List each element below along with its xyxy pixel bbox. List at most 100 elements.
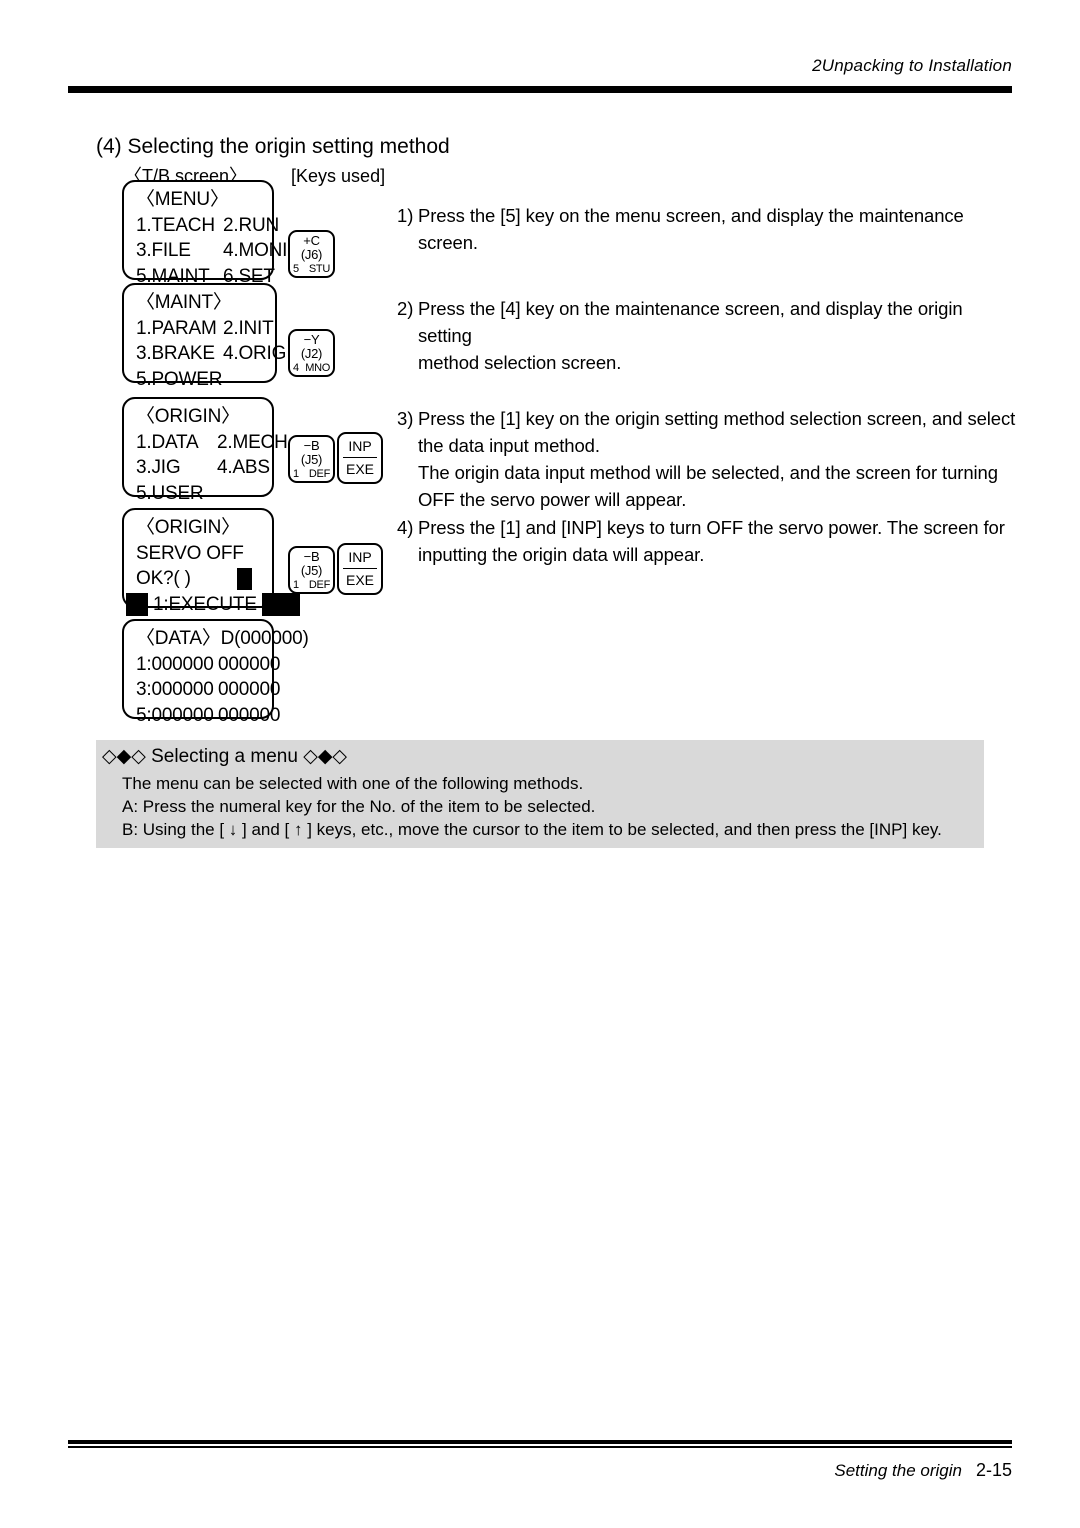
screen-row-left: 5:000000 xyxy=(136,704,214,726)
screen-row: SERVO OFF xyxy=(136,541,272,567)
screen-row-right: 4.MONI xyxy=(223,240,288,261)
screen-row-left: 1.DATA xyxy=(136,431,199,453)
screen-row-left: 1:000000 xyxy=(136,653,214,675)
screen-row: 1.PARAM 2.INIT xyxy=(136,316,275,342)
screen-row-right: 2.INIT xyxy=(223,317,274,339)
step-line: inputting the origin data will appear. xyxy=(418,544,705,565)
step-number: 4) xyxy=(397,517,414,538)
screen-row-left: 5.POWER xyxy=(136,368,223,390)
screen-row-left: 1.TEACH xyxy=(136,214,215,236)
keycap-inp-exe[interactable]: INP EXE xyxy=(337,432,383,484)
keycap-1-def[interactable]: −B (J5) 1 DEF xyxy=(288,435,335,483)
tb-screen-origin-method: 〈ORIGIN〉 1.DATA 2.MECH 3.JIG 4.ABS 5.USE… xyxy=(122,397,288,504)
screen-row: 5:000000 000000 xyxy=(136,703,280,729)
step-number: 2) xyxy=(397,298,414,319)
keycap-1-def[interactable]: −B (J5) 1 DEF xyxy=(288,546,335,594)
running-head: 2Unpacking to Installation xyxy=(812,56,1012,75)
keycap-inp-label: INP xyxy=(343,546,377,569)
keycap-letters: DEF xyxy=(308,468,330,480)
footer-rule-secondary xyxy=(68,1446,1012,1448)
keycap-joint-label: (J5) xyxy=(300,563,323,578)
screen-title: 〈ORIGIN〉 xyxy=(136,406,240,427)
screen-row: 3.FILE 4.MONI xyxy=(136,238,287,264)
step-line: OFF the servo power will appear. xyxy=(418,489,687,510)
step-line: method selection screen. xyxy=(418,352,622,373)
step-line: The origin data input method will be sel… xyxy=(418,462,998,483)
keycap-axis-label: −Y xyxy=(303,332,320,347)
screen-title: 〈ORIGIN〉 xyxy=(136,517,240,538)
keycap-axis-label: +C xyxy=(303,233,320,248)
step-line: the data input method. xyxy=(418,435,600,456)
screen-row-left: 3.JIG xyxy=(136,457,181,478)
tb-screen-maint: 〈MAINT〉 1.PARAM 2.INIT 3.BRAKE 4.ORIGIN … xyxy=(122,283,305,390)
screen-title: 〈DATA〉D(000000) xyxy=(136,628,309,649)
note-line: B: Using the [ ↓ ] and [ ↑ ] keys, etc.,… xyxy=(122,820,942,839)
screen-row: 1:EXECUTE xyxy=(126,592,300,618)
keycap-inp-exe[interactable]: INP EXE xyxy=(337,543,383,595)
screen-row-left: OK?( ) xyxy=(136,568,191,589)
keycap-letters: MNO xyxy=(305,362,330,374)
screen-row: 3.JIG 4.ABS xyxy=(136,455,272,481)
screen-row: 1:000000 000000 xyxy=(136,652,280,678)
screen-row-left: 5.USER xyxy=(136,482,204,504)
keycap-letters: STU xyxy=(308,263,330,275)
keycap-joint-label: (J2) xyxy=(300,346,323,361)
screen-title: 〈MAINT〉 xyxy=(136,292,232,313)
note-line: The menu can be selected with one of the… xyxy=(122,774,584,793)
instruction-step: 3) Press the [1] key on the origin setti… xyxy=(397,405,1017,513)
tb-screen-menu: 〈MENU〉 1.TEACH 2.RUN 3.FILE 4.MONI 5.MAI… xyxy=(122,180,287,287)
instruction-step: 4) Press the [1] and [INP] keys to turn … xyxy=(397,514,1017,568)
keycap-5-stu[interactable]: +C (J6) 5 STU xyxy=(288,230,335,278)
screen-row: 1.DATA 2.MECH xyxy=(136,430,288,456)
footer-title: Setting the origin xyxy=(834,1461,962,1480)
instruction-step: 1) Press the [5] key on the menu screen,… xyxy=(397,202,1017,256)
screen-row-left: 3.FILE xyxy=(136,240,191,261)
screen-row-right: 4.ABS xyxy=(217,457,270,478)
keycap-4-mno[interactable]: −Y (J2) 4 MNO xyxy=(288,329,335,377)
screen-row-right: 2.MECH xyxy=(217,431,288,453)
keycap-exe-label: EXE xyxy=(345,461,374,477)
screen-row-left: 3.BRAKE xyxy=(136,343,215,364)
step-line: Press the [1] and [INP] keys to turn OFF… xyxy=(418,517,1005,538)
screen-row-right: 000000 xyxy=(218,653,281,675)
keycap-number: 1 xyxy=(293,579,299,591)
page-header: 2Unpacking to Installation xyxy=(68,56,1012,96)
step-number: 1) xyxy=(397,205,414,226)
keycap-exe-label: EXE xyxy=(345,572,374,588)
note-title: ◇◆◇ Selecting a menu ◇◆◇ xyxy=(102,746,348,767)
keycap-letters: DEF xyxy=(308,579,330,591)
keycap-joint-label: (J6) xyxy=(300,247,323,262)
screen-row-left: 1:EXECUTE xyxy=(153,593,257,615)
screen-title: 〈MENU〉 xyxy=(136,189,229,210)
screen-row: 3.BRAKE 4.ORIGIN xyxy=(136,341,305,367)
cursor-block-icon xyxy=(262,592,300,616)
step-line: Press the [4] key on the maintenance scr… xyxy=(418,298,963,346)
cursor-block-icon xyxy=(126,592,148,616)
note-box: ◇◆◇ Selecting a menu ◇◆◇ The menu can be… xyxy=(96,740,984,848)
note-line: A: Press the numeral key for the No. of … xyxy=(122,797,596,816)
footer-rule xyxy=(68,1440,1012,1444)
keycap-number: 1 xyxy=(293,468,299,480)
instruction-step: 2) Press the [4] key on the maintenance … xyxy=(397,295,1017,376)
tb-screen-servo-off: 〈ORIGIN〉 SERVO OFF OK?( ) 1:EXECUTE xyxy=(122,508,300,616)
page-number: 2-15 xyxy=(975,1460,1012,1480)
keycap-number: 4 xyxy=(293,362,299,374)
keycap-inp-label: INP xyxy=(343,435,377,458)
cursor-block-icon xyxy=(237,568,252,590)
keycap-axis-label: −B xyxy=(303,438,320,453)
screen-row: 1.TEACH 2.RUN xyxy=(136,213,279,239)
header-rule xyxy=(68,86,1012,93)
screen-row-left: 3:000000 xyxy=(136,679,214,700)
step-line: Press the [5] key on the menu screen, an… xyxy=(418,205,964,253)
screen-row-left: SERVO OFF xyxy=(136,542,244,564)
step-number: 3) xyxy=(397,408,414,429)
page-title: (4) Selecting the origin setting method xyxy=(96,135,450,158)
screen-row: 5.POWER xyxy=(136,367,275,393)
screen-row-right: 000000 xyxy=(218,679,281,700)
tb-screen-origin-data: 〈DATA〉D(000000) 1:000000 000000 3:000000… xyxy=(122,619,309,726)
screen-row: 5.USER xyxy=(136,481,272,507)
screen-row-right: 000000 xyxy=(218,704,281,726)
label-keys-used: [Keys used] xyxy=(291,166,386,186)
screen-row: 3:000000 000000 xyxy=(136,677,280,703)
keycap-axis-label: −B xyxy=(303,549,320,564)
